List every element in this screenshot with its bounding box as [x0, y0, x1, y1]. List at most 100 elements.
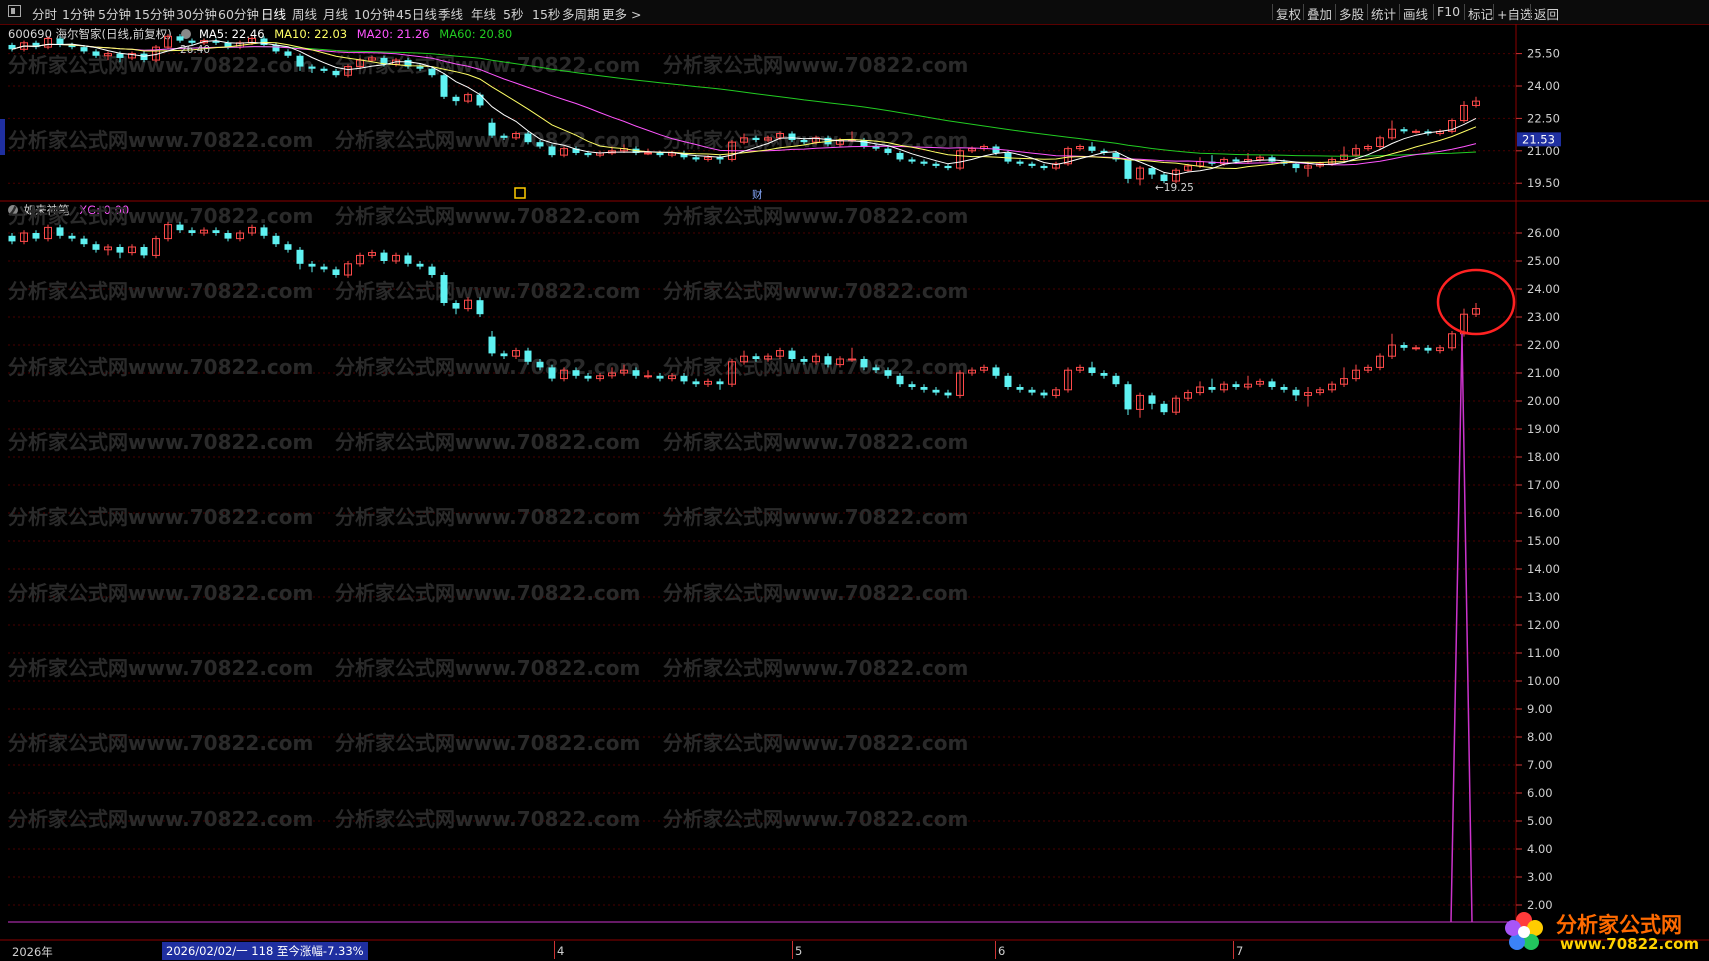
- tool-button-8[interactable]: 返回: [1534, 4, 1559, 23]
- price-tick-label: 11.00: [1527, 646, 1560, 660]
- main-candle-body: [416, 66, 424, 69]
- kline-chart[interactable]: 25.50 24.00 22.50 21.00 19.50 26.00 25.00 24.00…: [0, 24, 1709, 941]
- tab-period-5[interactable]: 60分钟: [218, 4, 259, 23]
- sub-candle-body: [680, 375, 688, 382]
- high-price-label: 26.40: [180, 44, 210, 56]
- tab-period-10[interactable]: 45日线: [396, 4, 437, 23]
- main-candle-body: [1148, 168, 1156, 175]
- tab-period-15[interactable]: 多周期: [562, 4, 600, 23]
- event-marker-box: [514, 187, 526, 199]
- tab-period-6[interactable]: 日线: [261, 4, 286, 23]
- tool-button-7[interactable]: +自选: [1497, 4, 1532, 23]
- price-tick-label: 23.00: [1527, 310, 1560, 324]
- tool-button-3[interactable]: 统计: [1371, 4, 1396, 23]
- left-marker: [0, 119, 5, 155]
- watermark-text: 分析家公式网www.70822.com: [663, 581, 968, 605]
- tool-button-0[interactable]: 复权: [1276, 4, 1301, 23]
- watermark-text: 分析家公式网www.70822.com: [335, 581, 640, 605]
- tab-period-16[interactable]: 更多 >: [602, 4, 641, 23]
- watermark-text: 分析家公式网www.70822.com: [663, 430, 968, 454]
- main-candle-body: [188, 40, 196, 43]
- price-tick-label: 25.50: [1527, 47, 1560, 61]
- logo-url-text: www.70822.com: [1560, 935, 1700, 953]
- x-axis-month-tick: [792, 941, 793, 959]
- price-tick-label: 4.00: [1527, 842, 1553, 856]
- sub-candle-body: [476, 300, 484, 315]
- price-tick-label: 24.00: [1527, 79, 1560, 93]
- main-candle-body: [284, 51, 292, 56]
- tab-period-7[interactable]: 周线: [292, 4, 317, 23]
- main-candle-body: [524, 133, 532, 143]
- main-candle-body: [1160, 174, 1168, 182]
- watermark-text: 分析家公式网www.70822.com: [335, 807, 640, 831]
- sub-candle-body: [944, 392, 952, 396]
- sub-candle-body: [500, 353, 508, 357]
- main-candle-body: [1016, 161, 1024, 164]
- sub-candle-body: [260, 227, 268, 236]
- tab-period-9[interactable]: 10分钟: [354, 4, 395, 23]
- price-tick-label: 26.00: [1527, 226, 1560, 240]
- watermark-text: 分析家公式网www.70822.com: [663, 53, 968, 77]
- watermark-text: 分析家公式网www.70822.com: [8, 581, 313, 605]
- main-candle-body: [176, 36, 184, 41]
- sub-candle-body: [1100, 373, 1108, 376]
- tab-period-3[interactable]: 15分钟: [134, 4, 175, 23]
- tab-period-13[interactable]: 5秒: [503, 4, 523, 23]
- sub-candle-body: [416, 263, 424, 267]
- sub-candle-body: [896, 375, 904, 385]
- main-candle-body: [1040, 165, 1048, 169]
- tab-period-12[interactable]: 年线: [471, 4, 496, 23]
- tab-period-2[interactable]: 5分钟: [98, 4, 131, 23]
- price-tick-label: 13.00: [1527, 590, 1560, 604]
- sub-candle-body: [932, 389, 940, 393]
- sub-candle-body: [380, 252, 388, 261]
- watermark-text: 分析家公式网www.70822.com: [335, 204, 640, 228]
- watermark-text: 分析家公式网www.70822.com: [8, 505, 313, 529]
- tool-button-4[interactable]: 画线: [1403, 4, 1428, 23]
- x-axis-month-tick: [995, 941, 996, 959]
- main-candle-body: [944, 165, 952, 169]
- main-candle-body: [932, 163, 940, 166]
- window-toggle-icon[interactable]: [8, 5, 21, 17]
- tab-period-1[interactable]: 1分钟: [62, 4, 95, 23]
- sub-candle-body: [1232, 384, 1240, 387]
- main-candle-body: [920, 161, 928, 164]
- sub-candle-body: [848, 358, 856, 361]
- tab-period-0[interactable]: 分时: [32, 4, 57, 23]
- watermark-text: 分析家公式网www.70822.com: [8, 128, 313, 152]
- toolbar-divider: [1367, 4, 1368, 20]
- main-candle-body: [272, 44, 280, 52]
- price-tick-label: 17.00: [1527, 478, 1560, 492]
- price-tick-label: 25.00: [1527, 254, 1560, 268]
- sub-candle-body: [800, 359, 808, 362]
- tool-button-5[interactable]: F10: [1437, 4, 1460, 19]
- sub-candle-body: [632, 370, 640, 376]
- main-candle-body: [80, 47, 88, 52]
- sub-candle-body: [440, 275, 448, 303]
- tool-button-2[interactable]: 多股: [1339, 4, 1364, 23]
- main-candle-body: [908, 159, 916, 162]
- tool-button-6[interactable]: 标记: [1468, 4, 1493, 23]
- price-tick-label: 20.00: [1527, 394, 1560, 408]
- toolbar-divider: [1433, 4, 1434, 20]
- watermark-text: 分析家公式网www.70822.com: [663, 807, 968, 831]
- tool-button-1[interactable]: 叠加: [1307, 4, 1332, 23]
- tab-period-8[interactable]: 月线: [323, 4, 348, 23]
- main-candle-body: [536, 142, 544, 147]
- tab-period-14[interactable]: 15秒: [532, 4, 560, 23]
- tab-period-4[interactable]: 30分钟: [176, 4, 217, 23]
- main-candle-body: [296, 55, 304, 67]
- watermark-text: 分析家公式网www.70822.com: [663, 731, 968, 755]
- price-tick-label: 7.00: [1527, 758, 1553, 772]
- sub-candle-body: [284, 244, 292, 250]
- sub-candle-body: [1424, 347, 1432, 351]
- watermark-text: 分析家公式网www.70822.com: [8, 53, 313, 77]
- watermark-text: 分析家公式网www.70822.com: [335, 505, 640, 529]
- toolbar-divider: [1272, 4, 1273, 20]
- toolbar-divider: [1399, 4, 1400, 20]
- main-candle-body: [692, 157, 700, 160]
- tab-period-11[interactable]: 季线: [438, 4, 463, 23]
- toolbar-divider: [1335, 4, 1336, 20]
- watermark-text: 分析家公式网www.70822.com: [335, 656, 640, 680]
- highlight-circle: [1436, 268, 1516, 336]
